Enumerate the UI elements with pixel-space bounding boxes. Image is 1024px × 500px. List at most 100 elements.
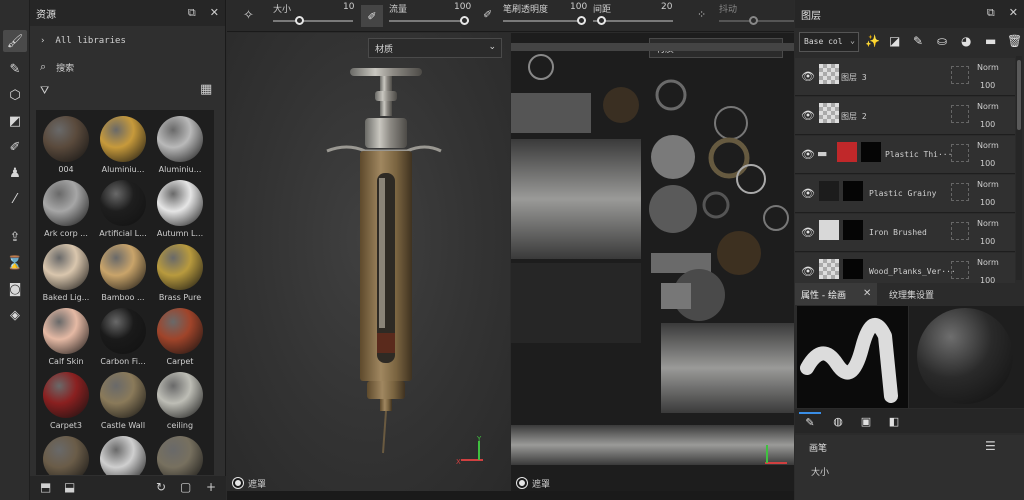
refresh-icon[interactable]: ↻ bbox=[156, 480, 166, 494]
size-slider-handle[interactable] bbox=[295, 16, 304, 25]
import-icon[interactable]: ⬒ bbox=[40, 480, 51, 494]
material-tile[interactable]: Artificial L... bbox=[95, 176, 151, 240]
smart-material-icon[interactable]: ◕ bbox=[961, 34, 971, 48]
material-tile[interactable] bbox=[152, 432, 208, 475]
layer-opacity[interactable]: 100 bbox=[980, 81, 995, 90]
layer-row[interactable]: 👁 Iron Brushed Norm 100 bbox=[795, 214, 1015, 252]
history-icon[interactable]: ⌛ bbox=[3, 252, 27, 274]
material-tile[interactable]: Ark corp ... bbox=[38, 176, 94, 240]
projection-icon[interactable]: ⬡ bbox=[3, 84, 27, 106]
material-tile[interactable]: Carbon Fi... bbox=[95, 304, 151, 368]
layer-mask-thumbnail[interactable] bbox=[843, 181, 863, 201]
polygon-fill-icon[interactable]: ◩ bbox=[3, 110, 27, 132]
material-tile[interactable]: Bamboo ... bbox=[95, 240, 151, 304]
symmetry-icon[interactable]: ✧ bbox=[243, 8, 254, 23]
search-input[interactable]: 搜索 bbox=[56, 61, 74, 74]
layer-blend-mode[interactable]: Norm bbox=[977, 141, 999, 150]
spacing-value[interactable]: 20 bbox=[661, 2, 672, 12]
brush-opacity-slider[interactable] bbox=[503, 20, 583, 22]
clone-stamp-icon[interactable]: ♟ bbox=[3, 162, 27, 184]
layers-scrollbar[interactable] bbox=[1016, 56, 1022, 280]
pressure-opacity-icon[interactable]: ✐ bbox=[483, 8, 492, 21]
stencil-tab-icon[interactable]: ▣ bbox=[855, 412, 877, 430]
layer-geometry-mask-slot[interactable] bbox=[951, 261, 969, 279]
layer-mask-thumbnail[interactable] bbox=[861, 142, 881, 162]
brush-opacity-handle[interactable] bbox=[577, 16, 586, 25]
close-icon[interactable]: ✕ bbox=[210, 6, 219, 20]
paint-brush-icon[interactable]: 🖌 bbox=[3, 30, 27, 52]
material-tile[interactable] bbox=[95, 432, 151, 475]
material-tile[interactable]: Carpet3 bbox=[38, 368, 94, 432]
layer-blend-mode[interactable]: Norm bbox=[977, 219, 999, 228]
flow-slider-handle[interactable] bbox=[460, 16, 469, 25]
layer-row[interactable]: 👁 ▬ Plastic Thi··· Norm 100 bbox=[795, 136, 1015, 174]
pressure-size-button[interactable]: ✐ bbox=[361, 5, 383, 27]
layer-row[interactable]: 👁 Plastic Grainy Norm 100 bbox=[795, 175, 1015, 213]
size-value[interactable]: 10 bbox=[343, 2, 354, 12]
visibility-eye-icon[interactable]: 👁 bbox=[801, 70, 815, 83]
layer-geometry-mask-slot[interactable] bbox=[951, 144, 969, 162]
jitter-icon[interactable]: ⁘ bbox=[697, 8, 706, 21]
assets-search[interactable]: ⌕ 搜索 bbox=[40, 60, 74, 74]
add-mask-icon[interactable]: ◪ bbox=[889, 34, 900, 48]
float-panel-icon[interactable]: ⧉ bbox=[188, 6, 196, 20]
layer-opacity[interactable]: 100 bbox=[980, 198, 995, 207]
mask-toggle-icon[interactable] bbox=[517, 478, 527, 488]
close-icon[interactable]: ✕ bbox=[863, 288, 871, 299]
viewport-2d[interactable]: 材质 ⌄ 遮罩 bbox=[511, 33, 794, 491]
close-icon[interactable]: ✕ bbox=[1009, 6, 1018, 20]
mask-toggle-icon[interactable] bbox=[233, 478, 243, 488]
preset-menu-icon[interactable]: ☰ bbox=[985, 439, 996, 453]
layer-geometry-mask-slot[interactable] bbox=[951, 183, 969, 201]
alpha-tab-icon[interactable]: ◍ bbox=[827, 412, 849, 430]
material-tile[interactable]: Castle Wall bbox=[95, 368, 151, 432]
eraser-icon[interactable]: ✎ bbox=[3, 58, 27, 80]
material-tile[interactable]: Carpet bbox=[152, 304, 208, 368]
material-tile[interactable]: 004 bbox=[38, 112, 94, 176]
layer-blend-mode[interactable]: Norm bbox=[977, 63, 999, 72]
layer-row[interactable]: 👁 图层 3 Norm 100 bbox=[795, 58, 1015, 96]
tab-texture-set-settings[interactable]: 纹理集设置 bbox=[883, 283, 940, 305]
channel-select[interactable]: Base col ⌄ bbox=[799, 32, 859, 52]
new-folder-icon[interactable]: ▢ bbox=[180, 480, 191, 494]
add-fill-layer-icon[interactable]: ⛀ bbox=[937, 34, 947, 48]
grid-view-icon[interactable]: ▦ bbox=[200, 82, 212, 97]
viewport-3d[interactable]: 材质 ⌄ Y X 遮罩 bbox=[227, 33, 510, 491]
material-tile[interactable] bbox=[38, 432, 94, 475]
filter-icon[interactable]: ⛛ bbox=[40, 84, 49, 98]
add-paint-layer-icon[interactable]: ✎ bbox=[913, 34, 923, 48]
visibility-eye-icon[interactable]: 👁 bbox=[801, 265, 815, 278]
float-panel-icon[interactable]: ⧉ bbox=[987, 6, 995, 20]
layer-geometry-mask-slot[interactable] bbox=[951, 222, 969, 240]
visibility-eye-icon[interactable]: 👁 bbox=[801, 109, 815, 122]
brush-opacity-value[interactable]: 100 bbox=[570, 2, 587, 12]
add-effect-icon[interactable]: ✨ bbox=[865, 34, 880, 48]
layer-blend-mode[interactable]: Norm bbox=[977, 102, 999, 111]
visibility-eye-icon[interactable]: 👁 bbox=[801, 226, 815, 239]
add-folder-icon[interactable]: ▬ bbox=[985, 34, 996, 48]
export-icon[interactable]: ⬓ bbox=[64, 480, 75, 494]
jitter-slider-handle[interactable] bbox=[749, 16, 758, 25]
delete-icon[interactable]: 🗑 bbox=[1007, 34, 1022, 48]
visibility-eye-icon[interactable]: 👁 bbox=[801, 148, 815, 161]
bake-icon[interactable]: ⇪ bbox=[3, 226, 27, 248]
material-tab-icon[interactable]: ◧ bbox=[883, 412, 905, 430]
visibility-eye-icon[interactable]: 👁 bbox=[801, 187, 815, 200]
layer-mask-thumbnail[interactable] bbox=[843, 220, 863, 240]
material-tile[interactable]: Autumn L... bbox=[152, 176, 208, 240]
layer-blend-mode[interactable]: Norm bbox=[977, 180, 999, 189]
layer-mask-thumbnail[interactable] bbox=[843, 259, 863, 279]
library-selector[interactable]: › All libraries bbox=[40, 36, 126, 46]
layer-geometry-mask-slot[interactable] bbox=[951, 66, 969, 84]
layer-opacity[interactable]: 100 bbox=[980, 120, 995, 129]
layer-row[interactable]: 👁 图层 2 Norm 100 bbox=[795, 97, 1015, 135]
color-picker-icon[interactable]: ⁄ bbox=[3, 188, 27, 210]
flow-slider[interactable] bbox=[389, 20, 469, 22]
material-tile[interactable]: Aluminiu... bbox=[95, 112, 151, 176]
shelf-icon[interactable]: ◈ bbox=[3, 304, 27, 326]
smudge-icon[interactable]: ✐ bbox=[3, 136, 27, 158]
folder-icon[interactable]: ▬ bbox=[817, 147, 827, 160]
layer-opacity[interactable]: 100 bbox=[980, 237, 995, 246]
brush-tab-icon[interactable]: ✎ bbox=[799, 412, 821, 430]
layer-geometry-mask-slot[interactable] bbox=[951, 105, 969, 123]
